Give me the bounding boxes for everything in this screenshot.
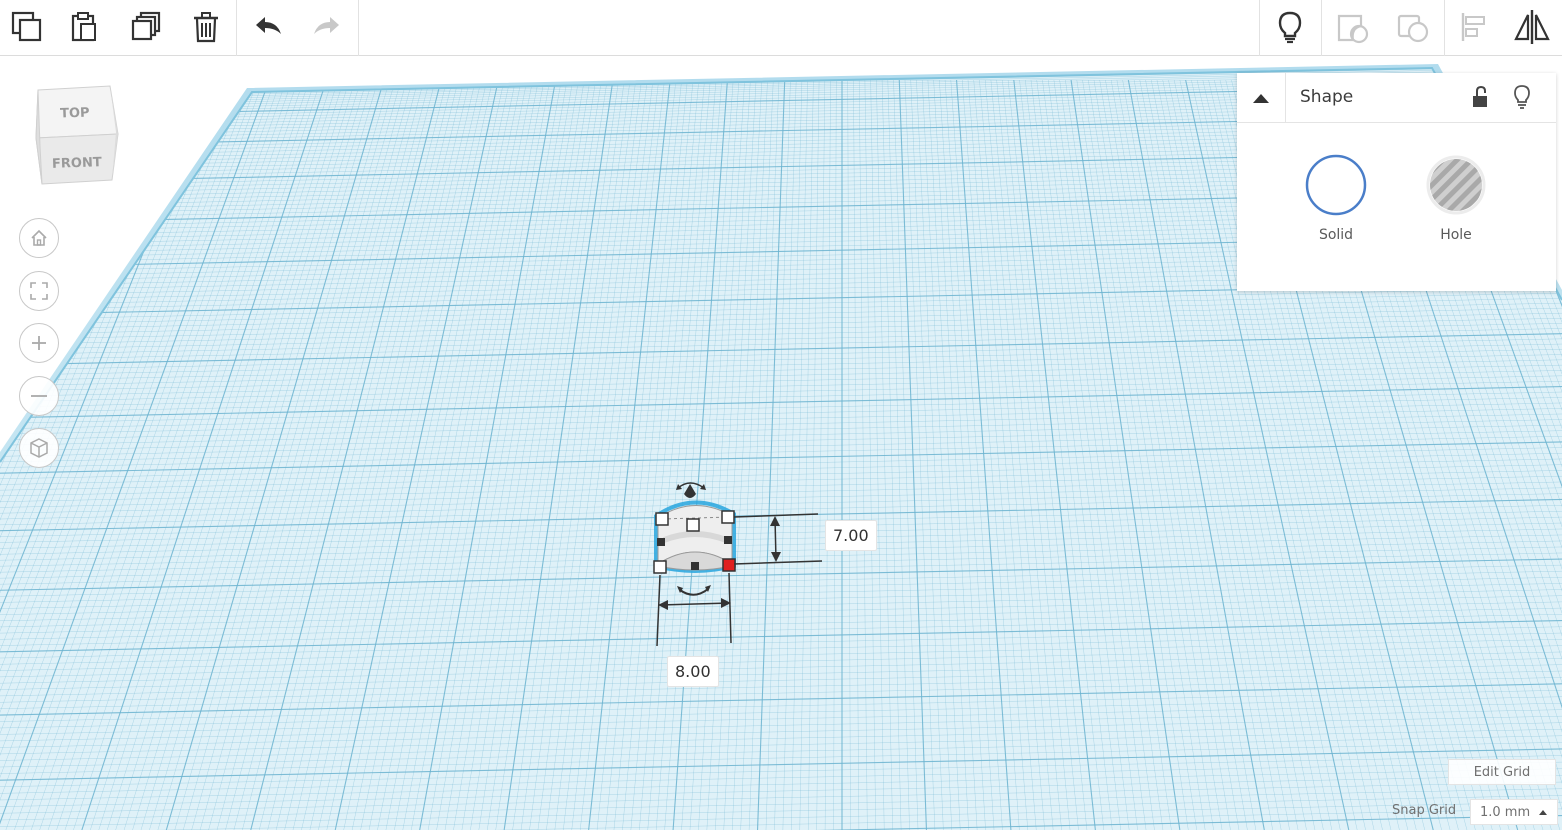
- copy-button[interactable]: [5, 6, 49, 48]
- collapse-panel-button[interactable]: [1237, 73, 1286, 122]
- height-dimension-input[interactable]: 7.00: [825, 520, 877, 551]
- snap-grid-value: 1.0 mm: [1480, 804, 1531, 820]
- handle-top-left[interactable]: [655, 512, 669, 526]
- paste-button[interactable]: [62, 6, 106, 48]
- shape-panel-header: Shape: [1237, 73, 1556, 123]
- toolbar-separator: [1444, 0, 1445, 56]
- zoom-in-button[interactable]: [19, 323, 59, 363]
- home-view-button[interactable]: [19, 218, 59, 258]
- home-icon: [31, 229, 47, 246]
- duplicate-button[interactable]: [124, 6, 168, 48]
- delete-icon: [194, 12, 218, 43]
- hole-label: Hole: [1440, 227, 1472, 243]
- copy-icon: [11, 11, 42, 42]
- handle-bottom-mid[interactable]: [691, 562, 699, 570]
- delete-button[interactable]: [184, 6, 228, 48]
- align-button[interactable]: [1452, 6, 1496, 48]
- zoom-out-icon: [31, 395, 47, 397]
- shape-inspector-panel: Shape Solid Hole: [1237, 73, 1556, 291]
- toolbar: [0, 0, 1562, 56]
- view-cube[interactable]: TOP FRONT: [28, 84, 128, 194]
- mirror-icon: [1514, 10, 1550, 44]
- handle-top-right[interactable]: [721, 510, 735, 524]
- shape-panel-title: Shape: [1300, 87, 1354, 107]
- duplicate-icon: [131, 11, 161, 41]
- solid-swatch: [1305, 154, 1367, 216]
- edit-grid-button[interactable]: Edit Grid: [1448, 759, 1556, 785]
- lock-button[interactable]: [1466, 83, 1494, 111]
- hole-option[interactable]: Hole: [1411, 153, 1501, 253]
- toolbar-separator: [1259, 0, 1260, 56]
- handle-bottom-right[interactable]: [722, 558, 736, 572]
- zoom-in-icon: [32, 336, 46, 350]
- ungroup-icon: [1397, 14, 1429, 43]
- lightbulb-icon: [1278, 11, 1302, 44]
- undo-button[interactable]: [246, 6, 290, 48]
- solid-label: Solid: [1318, 227, 1354, 243]
- align-icon: [1461, 13, 1485, 41]
- handle-top-center[interactable]: [686, 518, 700, 532]
- caret-up-icon: [1539, 810, 1548, 815]
- toolbar-separator: [358, 0, 359, 56]
- paste-icon: [71, 12, 96, 42]
- perspective-icon: [30, 438, 48, 458]
- redo-button[interactable]: [305, 6, 349, 48]
- lightbulb-icon: [1514, 85, 1530, 109]
- mirror-button[interactable]: [1510, 6, 1554, 48]
- fit-view-button[interactable]: [19, 271, 59, 311]
- toolbar-separator: [236, 0, 237, 56]
- redo-icon: [314, 17, 339, 34]
- fit-view-icon: [30, 282, 48, 300]
- width-dimension-input[interactable]: 8.00: [667, 656, 719, 687]
- toolbar-separator: [1321, 0, 1322, 56]
- hole-swatch: [1426, 155, 1486, 215]
- unlock-icon: [1473, 85, 1487, 107]
- view-cube-top-label: TOP: [60, 105, 90, 121]
- snap-grid-select[interactable]: 1.0 mm: [1470, 799, 1558, 825]
- tinkercad-editor: TOP FRONT Shape Solid Hole 7.00 8.00 Edi…: [0, 0, 1562, 830]
- notes-button[interactable]: [1268, 6, 1312, 48]
- caret-up-icon: [1253, 93, 1269, 103]
- handle-right-mid[interactable]: [724, 536, 732, 544]
- light-toggle-button[interactable]: [1508, 83, 1536, 111]
- solid-option[interactable]: Solid: [1291, 153, 1381, 253]
- handle-bottom-left[interactable]: [653, 560, 667, 574]
- undo-icon: [256, 17, 281, 34]
- perspective-button[interactable]: [19, 428, 59, 468]
- handle-left-mid[interactable]: [657, 538, 665, 546]
- group-button[interactable]: [1330, 6, 1374, 48]
- view-cube-front-label: FRONT: [52, 155, 102, 172]
- group-icon: [1337, 14, 1369, 44]
- snap-grid-label: Snap Grid: [1392, 803, 1457, 818]
- zoom-out-button[interactable]: [19, 376, 59, 416]
- ungroup-button[interactable]: [1390, 6, 1434, 48]
